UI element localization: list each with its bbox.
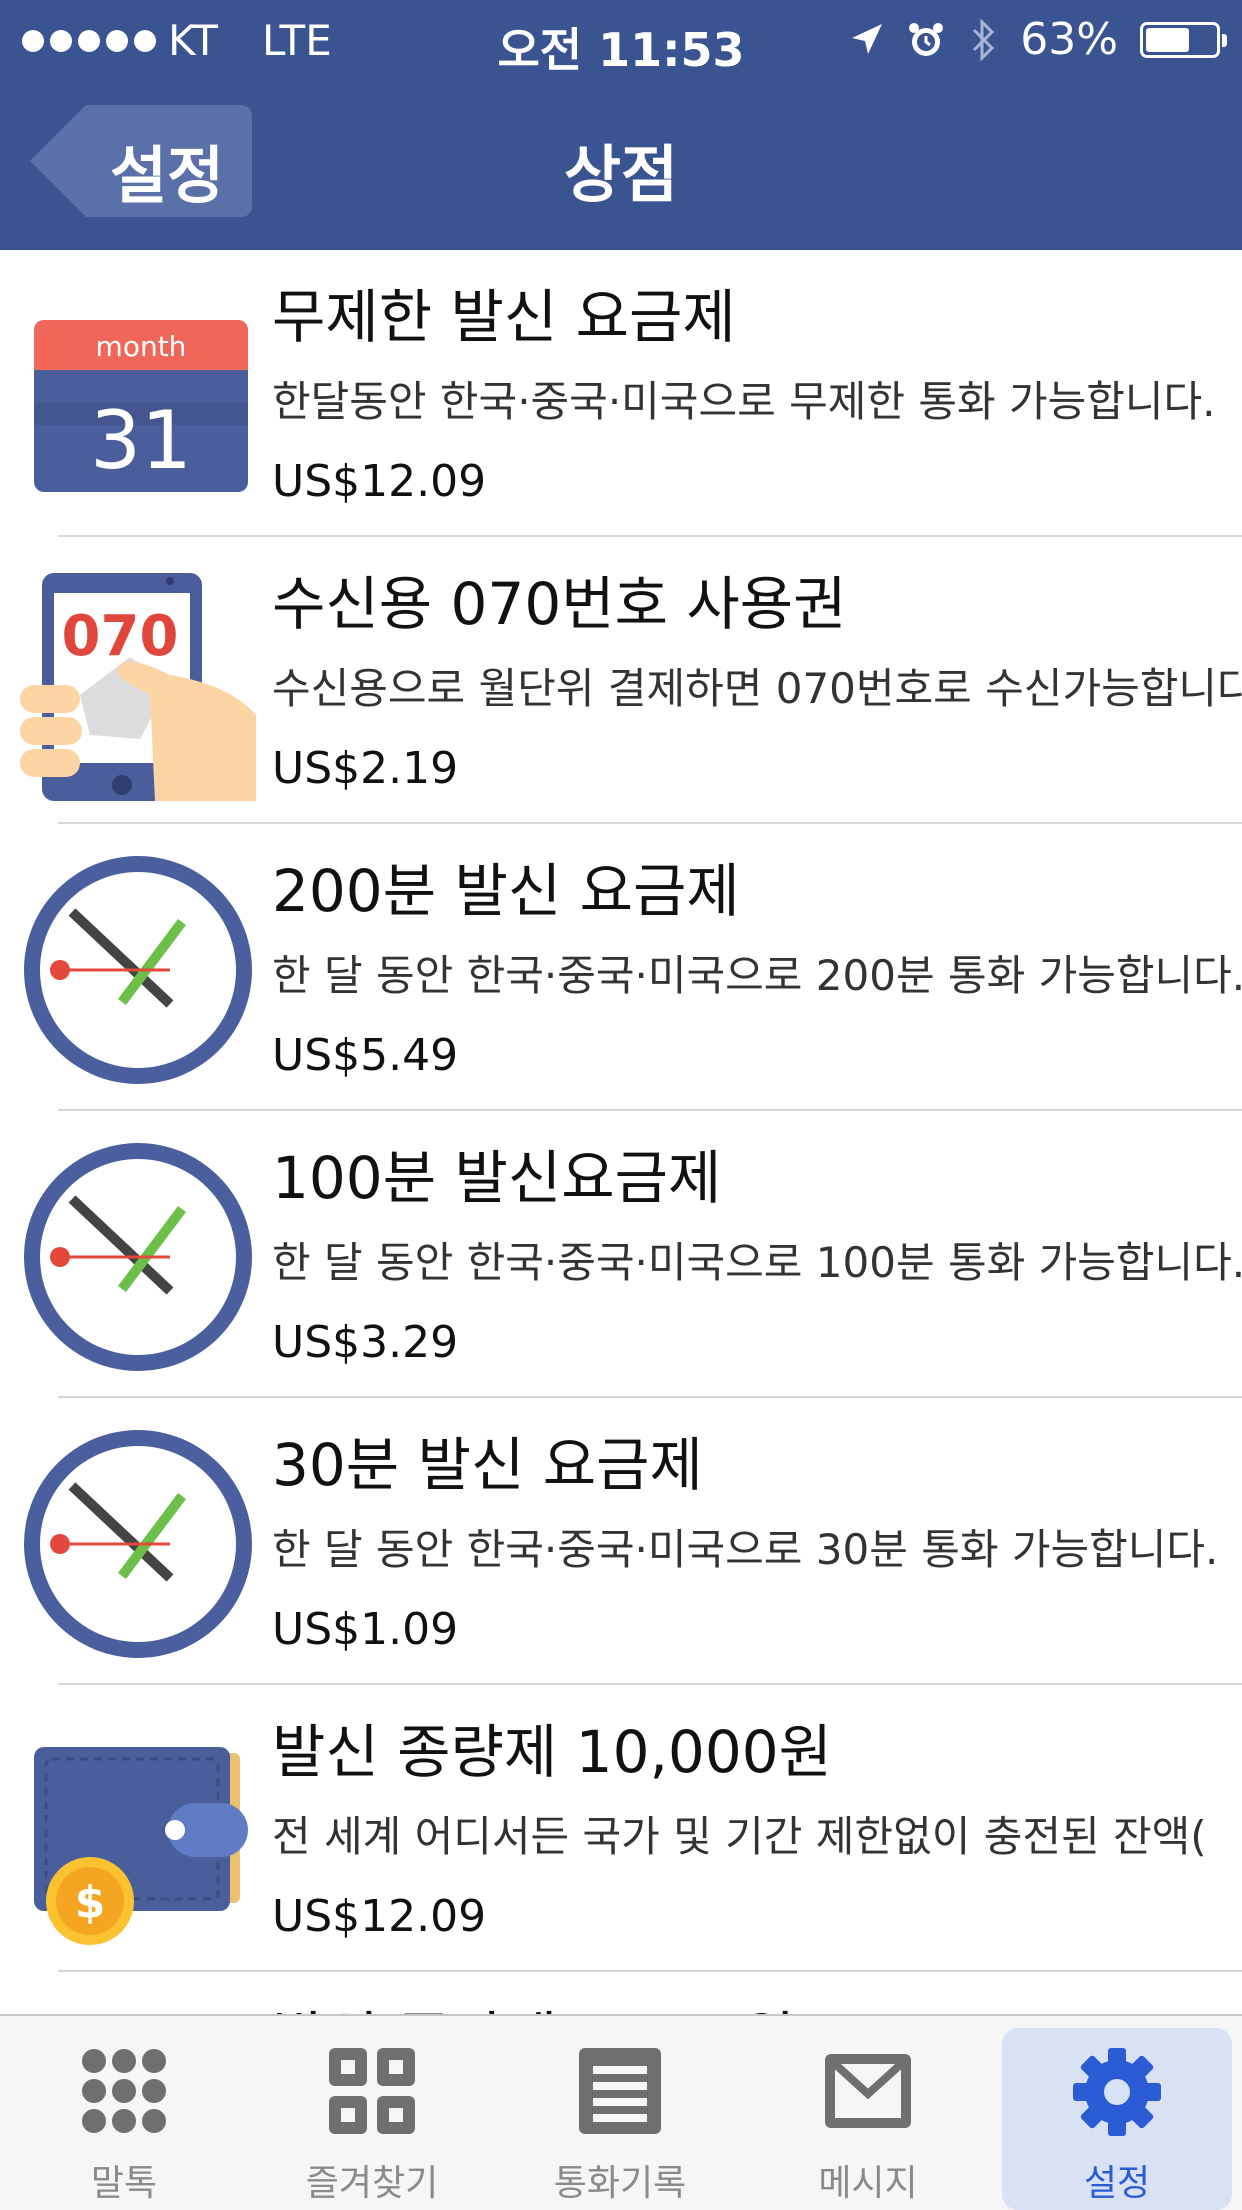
- phone-070-icon: 070: [20, 573, 256, 801]
- dialpad-icon: [82, 2049, 166, 2133]
- tab-favorites[interactable]: 즐겨찾기: [272, 2016, 472, 2210]
- store-item[interactable]: 070 수신용 070번호 사용권 수신용으로 월단위 결제하면 070번호로 …: [0, 537, 1242, 824]
- clock-icon: [24, 856, 252, 1084]
- navigation-header: KT LTE 오전 11:53 63% 설정 상점: [0, 0, 1242, 250]
- item-name: 수신용 070번호 사용권: [272, 570, 847, 638]
- clock-icon: [24, 1430, 252, 1658]
- battery-percent: 63%: [1020, 14, 1118, 65]
- item-name: 100분 발신요금제: [272, 1144, 722, 1212]
- tab-messages[interactable]: 메시지: [768, 2016, 968, 2210]
- store-item[interactable]: 발신 종량제 5,000원: [0, 1972, 1242, 2014]
- tab-label: 말톡: [90, 2163, 158, 2204]
- store-item-list: month 31 무제한 발신 요금제 한달동안 한국·중국·미국으로 무제한 …: [0, 250, 1242, 2014]
- item-price: US$3.29: [272, 1317, 459, 1368]
- tab-label: 설정: [1083, 2163, 1151, 2204]
- alarm-icon: [909, 22, 944, 56]
- store-item[interactable]: 100분 발신요금제 한 달 동안 한국·중국·미국으로 100분 통화 가능합…: [0, 1111, 1242, 1398]
- status-indicators: 63%: [848, 14, 1227, 65]
- item-price: US$12.09: [272, 1891, 487, 1942]
- item-description: 전 세계 어디서든 국가 및 기간 제한없이 충전된 잔액(: [272, 1812, 1207, 1861]
- item-description: 한 달 동안 한국·중국·미국으로 100분 통화 가능합니다.: [272, 1238, 1242, 1287]
- wallet-icon: $: [34, 1747, 248, 1945]
- calendar-icon: month 31: [34, 320, 248, 492]
- item-price: US$1.09: [272, 1604, 459, 1655]
- item-name: 200분 발신 요금제: [272, 857, 740, 925]
- tab-label: 즐겨찾기: [305, 2163, 439, 2204]
- phone-number-label: 070: [62, 604, 179, 669]
- item-description: 한 달 동안 한국·중국·미국으로 30분 통화 가능합니다.: [272, 1525, 1219, 1574]
- tab-label: 통화기록: [553, 2163, 687, 2204]
- item-description: 한달동안 한국·중국·미국으로 무제한 통화 가능합니다.: [272, 377, 1216, 426]
- calendar-day-label: 31: [90, 394, 192, 487]
- item-description: 수신용으로 월단위 결제하면 070번호로 수신가능합니다.: [272, 664, 1242, 713]
- coin-symbol: $: [75, 1877, 106, 1928]
- favorites-grid-icon: [329, 2048, 415, 2134]
- item-price: US$2.19: [272, 743, 459, 794]
- item-name: 무제한 발신 요금제: [272, 283, 736, 351]
- tab-maltalk[interactable]: 말톡: [24, 2016, 224, 2210]
- store-item[interactable]: month 31 무제한 발신 요금제 한달동안 한국·중국·미국으로 무제한 …: [0, 250, 1242, 537]
- bluetooth-icon: [973, 17, 995, 62]
- clock-icon: [24, 1143, 252, 1371]
- tab-bar: 말톡 즐겨찾기 통화기록 메시지 설정: [0, 2014, 1242, 2210]
- store-item[interactable]: $ 발신 종량제 10,000원 전 세계 어디서든 국가 및 기간 제한없이 …: [0, 1685, 1242, 1972]
- call-log-icon: [579, 2048, 661, 2134]
- status-bar: KT LTE 오전 11:53 63%: [0, 0, 1242, 84]
- item-price: US$5.49: [272, 1030, 459, 1081]
- store-item[interactable]: 30분 발신 요금제 한 달 동안 한국·중국·미국으로 30분 통화 가능합니…: [0, 1398, 1242, 1685]
- item-name: 30분 발신 요금제: [272, 1431, 703, 1499]
- tab-call-log[interactable]: 통화기록: [520, 2016, 720, 2210]
- battery-icon: [1140, 21, 1227, 58]
- tab-settings[interactable]: 설정: [1002, 2028, 1232, 2210]
- tab-label: 메시지: [818, 2163, 918, 2204]
- item-name: 발신 종량제 10,000원: [272, 1718, 832, 1786]
- item-price: US$12.09: [272, 456, 487, 507]
- gear-icon: [1073, 2048, 1161, 2136]
- calendar-month-label: month: [96, 330, 187, 363]
- page-title: 상점: [563, 138, 679, 211]
- item-name: 발신 종량제 5,000원: [272, 1992, 795, 2014]
- store-item[interactable]: 200분 발신 요금제 한 달 동안 한국·중국·미국으로 200분 통화 가능…: [0, 824, 1242, 1111]
- envelope-icon: [825, 2054, 911, 2128]
- item-description: 한 달 동안 한국·중국·미국으로 200분 통화 가능합니다.: [272, 951, 1242, 1000]
- location-arrow-icon: [852, 23, 883, 54]
